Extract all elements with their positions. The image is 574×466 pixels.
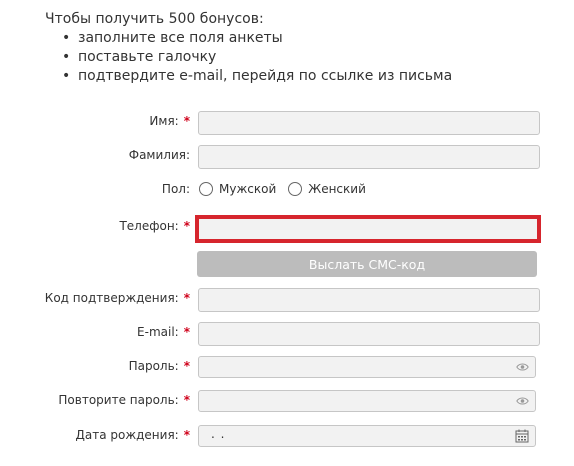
gender-male-label: Мужской [219, 182, 277, 196]
gender-option-male[interactable]: Мужской [199, 182, 276, 196]
radio-male[interactable] [199, 182, 213, 196]
name-row: Имя: * [0, 111, 574, 135]
phone-label: Телефон: * [119, 219, 190, 233]
password-repeat-label: Повторите пароль: * [58, 393, 190, 407]
instruction-item: поставьте галочку [62, 48, 452, 67]
radio-female[interactable] [288, 182, 303, 196]
password-repeat-row: Повторите пароль: * [0, 390, 574, 414]
confirm-code-row: Код подтверждения: * [0, 288, 574, 312]
name-label: Имя: * [149, 114, 190, 128]
gender-radio-group: Мужской Женский [199, 182, 378, 196]
required-mark: * [183, 428, 190, 442]
instructions-list: заполните все поля анкеты поставьте гало… [45, 29, 452, 86]
required-mark: * [183, 325, 190, 339]
password-input[interactable] [198, 356, 536, 378]
calendar-icon[interactable] [515, 429, 529, 443]
sms-row: Выслать СМС-код [0, 251, 574, 277]
name-input[interactable] [198, 111, 540, 135]
phone-input[interactable] [195, 215, 541, 243]
birthdate-input[interactable]: . . [198, 425, 536, 447]
birthdate-row: Дата рождения: * . . [0, 425, 574, 449]
eye-icon[interactable] [516, 361, 529, 373]
surname-row: Фамилия: [0, 145, 574, 169]
required-mark: * [183, 114, 190, 128]
eye-icon[interactable] [516, 395, 529, 407]
birthdate-value: . . [211, 427, 226, 441]
send-sms-code-button[interactable]: Выслать СМС-код [197, 251, 537, 277]
email-input[interactable] [198, 322, 540, 346]
instructions-heading: Чтобы получить 500 бонусов: [45, 11, 264, 27]
surname-input[interactable] [198, 145, 540, 169]
phone-row: Телефон: * [0, 215, 574, 243]
confirm-code-input[interactable] [198, 288, 540, 312]
instruction-item: подтвердите e-mail, перейдя по ссылке из… [62, 67, 452, 86]
required-mark: * [183, 219, 190, 233]
password-row: Пароль: * [0, 356, 574, 380]
password-repeat-input[interactable] [198, 390, 536, 412]
gender-label: Пол: [161, 182, 190, 196]
instruction-item: заполните все поля анкеты [62, 29, 452, 48]
bonus-instructions: Чтобы получить 500 бонусов: заполните вс… [45, 10, 452, 86]
email-label: E-mail: * [137, 325, 190, 339]
confirm-code-label: Код подтверждения: * [44, 291, 190, 305]
required-mark: * [183, 359, 190, 373]
gender-female-label: Женский [308, 182, 366, 196]
gender-row: Пол: Мужской Женский [0, 182, 574, 206]
email-row: E-mail: * [0, 322, 574, 346]
gender-option-female[interactable]: Женский [288, 182, 366, 196]
surname-label: Фамилия: [128, 148, 190, 162]
password-label: Пароль: * [128, 359, 190, 373]
required-mark: * [183, 291, 190, 305]
required-mark: * [183, 393, 190, 407]
birthdate-label: Дата рождения: * [75, 428, 190, 442]
